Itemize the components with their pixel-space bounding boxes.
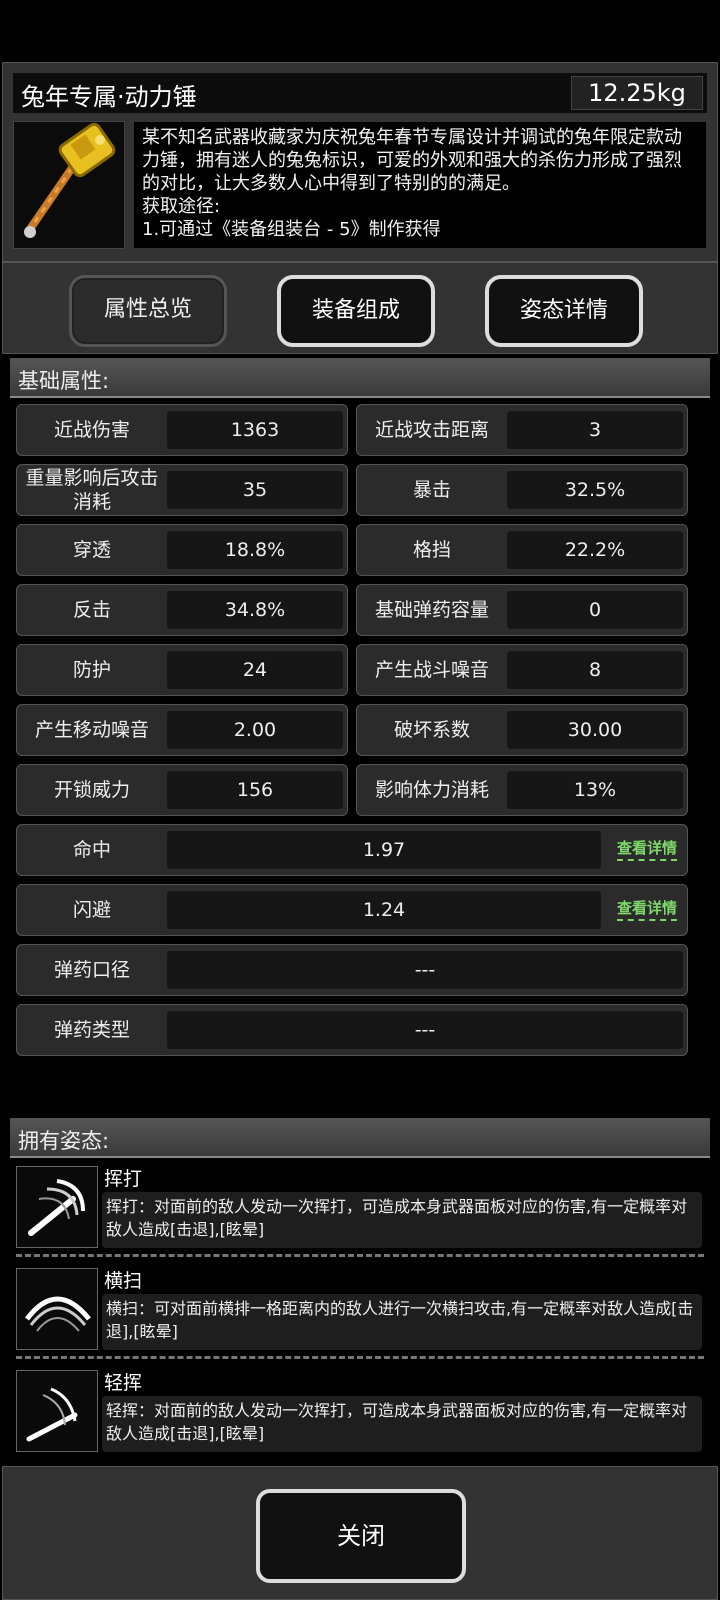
stat-label: 近战伤害: [53, 419, 130, 441]
stat-protection: 防护 24: [16, 644, 348, 696]
stat-label: 暴击: [412, 479, 451, 501]
close-button-label: 关闭: [337, 1522, 385, 1550]
weapon-image: [13, 121, 125, 249]
stat-label: 破坏系数: [393, 719, 470, 741]
stat-combat-noise: 产生战斗噪音 8: [356, 644, 688, 696]
stat-weight-attack-cost: 重量影响后攻击消耗 35: [16, 464, 348, 516]
status-bar-area: [0, 0, 720, 62]
attributes-panel[interactable]: 基础属性: 近战伤害 1363 近战攻击距离 3 重量影响后攻击消耗 35 暴击…: [10, 356, 710, 1108]
stat-melee-damage: 近战伤害 1363: [16, 404, 348, 456]
stat-value: ---: [167, 951, 683, 989]
stance-name: 轻挥: [104, 1372, 143, 1394]
stat-value: 35: [167, 471, 343, 509]
stat-penetration: 穿透 18.8%: [16, 524, 348, 576]
stat-label: 命中: [72, 839, 111, 861]
stance-item[interactable]: 挥打 挥打：对面前的敌人发动一次挥打，可造成本身武器面板对应的伤害,有一定概率对…: [10, 1158, 710, 1250]
stat-label: 格挡: [412, 539, 451, 561]
stat-value: 0: [507, 591, 683, 629]
item-title-bar: 兔年专属·动力锤 12.25kg: [13, 73, 707, 113]
tab-attribute-overview[interactable]: 属性总览: [69, 275, 227, 347]
tab-label: 属性总览: [103, 297, 192, 322]
stat-block: 格挡 22.2%: [356, 524, 688, 576]
stat-label: 开锁威力: [53, 779, 130, 801]
stat-move-noise: 产生移动噪音 2.00: [16, 704, 348, 756]
stat-label: 弹药口径: [53, 959, 130, 981]
stat-label: 产生移动噪音: [34, 719, 149, 741]
stances-panel[interactable]: 拥有姿态: 挥打 挥打：对面前的敌人发动一次挥打，可造成本身武器面板对应的伤害,…: [10, 1118, 710, 1460]
stat-stamina-cost: 影响体力消耗 13%: [356, 764, 688, 816]
sweep-icon: [16, 1268, 98, 1350]
stat-label: 闪避: [72, 899, 111, 921]
stance-description: 轻挥：对面前的敌人发动一次挥打，可造成本身武器面板对应的伤害,有一定概率对敌人造…: [102, 1396, 702, 1452]
tab-equipment-composition[interactable]: 装备组成: [277, 275, 435, 347]
tab-stance-details[interactable]: 姿态详情: [485, 275, 643, 347]
stat-label: 穿透: [72, 539, 111, 561]
stat-destruction: 破坏系数 30.00: [356, 704, 688, 756]
stat-crit: 暴击 32.5%: [356, 464, 688, 516]
stat-value: 22.2%: [507, 531, 683, 569]
power-hammer-icon: [24, 122, 116, 238]
stat-value: 34.8%: [167, 591, 343, 629]
stat-label: 基础弹药容量: [374, 599, 489, 621]
separator: [16, 1356, 704, 1359]
bottom-bar: 关闭: [2, 1466, 718, 1600]
stance-item[interactable]: 横扫 横扫：可对面前横排一格距离内的敌人进行一次横扫攻击,有一定概率对敌人造成[…: [10, 1260, 710, 1352]
stance-description: 横扫：可对面前横排一格距离内的敌人进行一次横扫攻击,有一定概率对敌人造成[击退]…: [102, 1294, 702, 1350]
item-source-text: 1.可通过《装备组装台 - 5》制作获得: [142, 219, 441, 240]
stat-value: 8: [507, 651, 683, 689]
stat-label: 影响体力消耗: [374, 779, 489, 801]
stances-header: 拥有姿态:: [10, 1118, 710, 1158]
stat-value: 18.8%: [167, 531, 343, 569]
stat-label: 防护: [72, 659, 111, 681]
stat-value: 2.00: [167, 711, 343, 749]
stat-label: 重量影响后攻击消耗: [25, 467, 159, 513]
stat-ammo-caliber: 弹药口径 ---: [16, 944, 688, 996]
stance-name: 挥打: [104, 1168, 143, 1190]
stat-ammo-capacity: 基础弹药容量 0: [356, 584, 688, 636]
stat-value: 3: [507, 411, 683, 449]
tab-label: 姿态详情: [519, 298, 608, 323]
item-description-box[interactable]: 某不知名武器收藏家为庆祝兔年春节专属设计并调试的兔年限定款动力锤，拥有迷人的兔兔…: [133, 121, 707, 249]
stat-label: 弹药类型: [53, 1019, 130, 1041]
accuracy-detail-link[interactable]: 查看详情: [616, 837, 677, 861]
tab-bar: 属性总览 装备组成 姿态详情: [2, 262, 718, 354]
stat-value: 32.5%: [507, 471, 683, 509]
item-name: 兔年专属·动力锤: [21, 83, 197, 111]
stat-value: ---: [167, 1011, 683, 1049]
light-swing-icon: [16, 1370, 98, 1452]
stance-item[interactable]: 轻挥 轻挥：对面前的敌人发动一次挥打，可造成本身武器面板对应的伤害,有一定概率对…: [10, 1362, 710, 1454]
stat-value: 1.24: [167, 891, 601, 929]
base-attributes-header: 基础属性:: [10, 358, 710, 398]
stance-name: 横扫: [104, 1270, 143, 1292]
item-source-label: 获取途径:: [142, 196, 221, 217]
stance-description: 挥打：对面前的敌人发动一次挥打，可造成本身武器面板对应的伤害,有一定概率对敌人造…: [102, 1192, 702, 1248]
stat-melee-range: 近战攻击距离 3: [356, 404, 688, 456]
stat-lockpick-power: 开锁威力 156: [16, 764, 348, 816]
item-weight: 12.25kg: [571, 76, 703, 110]
stat-evasion: 闪避 1.24 查看详情: [16, 884, 688, 936]
close-button[interactable]: 关闭: [256, 1489, 466, 1583]
stat-value: 1.97: [167, 831, 601, 869]
stat-counter: 反击 34.8%: [16, 584, 348, 636]
stat-ammo-type: 弹药类型 ---: [16, 1004, 688, 1056]
tab-label: 装备组成: [311, 298, 400, 323]
swing-icon: [16, 1166, 98, 1248]
item-description: 某不知名武器收藏家为庆祝兔年春节专属设计并调试的兔年限定款动力锤，拥有迷人的兔兔…: [142, 127, 682, 194]
stat-value: 24: [167, 651, 343, 689]
stat-label: 近战攻击距离: [374, 419, 489, 441]
stat-value: 1363: [167, 411, 343, 449]
separator: [16, 1254, 704, 1257]
stat-value: 156: [167, 771, 343, 809]
stat-label: 产生战斗噪音: [374, 659, 489, 681]
stat-label: 反击: [72, 599, 111, 621]
stat-value: 30.00: [507, 711, 683, 749]
item-header-panel: 兔年专属·动力锤 12.25kg 某不知名武器收藏家为庆祝兔年春节专属设计并调试…: [2, 62, 718, 262]
evasion-detail-link[interactable]: 查看详情: [616, 897, 677, 921]
stat-value: 13%: [507, 771, 683, 809]
stat-accuracy: 命中 1.97 查看详情: [16, 824, 688, 876]
